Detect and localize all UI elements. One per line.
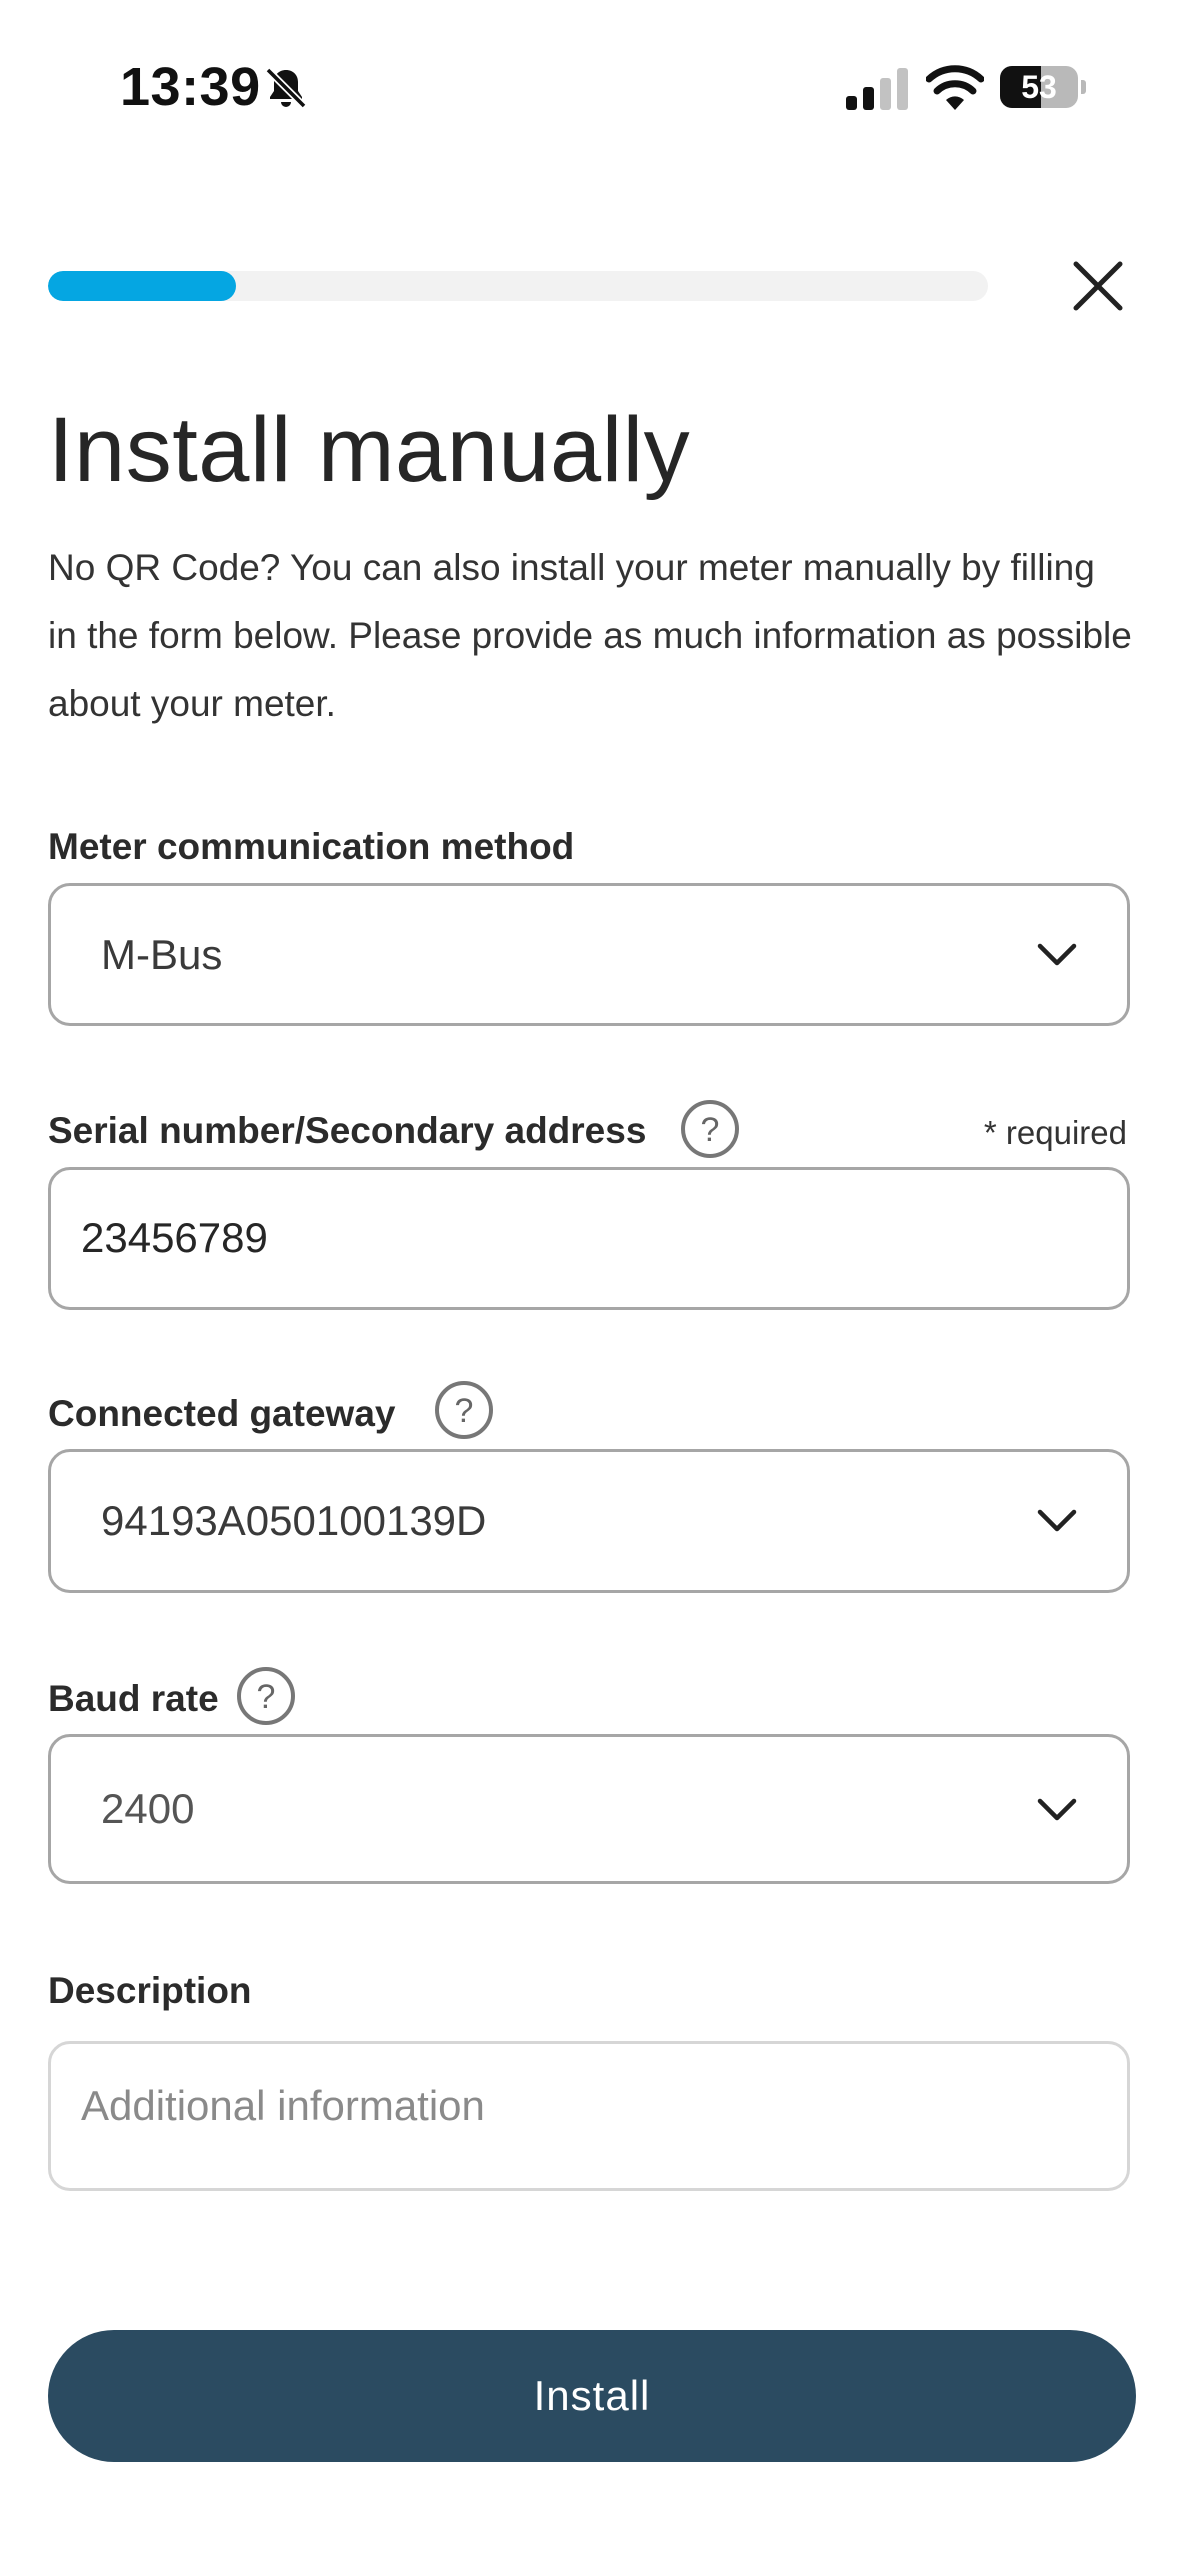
baud-rate-label: Baud rate bbox=[48, 1678, 219, 1719]
gateway-help-icon[interactable]: ? bbox=[434, 1380, 494, 1440]
close-icon[interactable] bbox=[1070, 258, 1126, 314]
svg-text:?: ? bbox=[455, 1392, 474, 1430]
gateway-label: Connected gateway bbox=[48, 1393, 396, 1434]
chevron-down-icon bbox=[1037, 1509, 1077, 1532]
chevron-down-icon bbox=[1037, 1798, 1077, 1821]
bell-slash-icon bbox=[265, 67, 307, 109]
svg-text:?: ? bbox=[701, 1111, 720, 1149]
communication-method-label: Meter communication method bbox=[48, 826, 575, 867]
serial-number-help-icon[interactable]: ? bbox=[680, 1099, 740, 1159]
gateway-select[interactable]: 94193A050100139D bbox=[48, 1449, 1130, 1593]
progress-bar bbox=[48, 271, 988, 301]
chevron-down-icon bbox=[1037, 943, 1077, 966]
baud-rate-value: 2400 bbox=[101, 1785, 195, 1832]
serial-number-field[interactable] bbox=[48, 1167, 1130, 1310]
wifi-icon bbox=[926, 65, 984, 110]
serial-number-input[interactable] bbox=[81, 1210, 1081, 1266]
baud-rate-help-icon[interactable]: ? bbox=[236, 1666, 296, 1726]
page-title: Install manually bbox=[48, 399, 691, 501]
status-time: 13:39 bbox=[120, 57, 261, 117]
status-bar: 13:39 53 bbox=[0, 0, 1179, 170]
battery-icon: 53 bbox=[1000, 66, 1086, 108]
communication-method-value: M-Bus bbox=[101, 931, 223, 978]
communication-method-select[interactable]: M-Bus bbox=[48, 883, 1130, 1026]
install-manually-screen: 13:39 53 Install manually No QR Code? Yo… bbox=[0, 0, 1179, 2556]
cellular-signal-icon bbox=[846, 68, 908, 110]
required-note: * required bbox=[983, 1114, 1127, 1151]
description-label: Description bbox=[48, 1970, 252, 2011]
install-button[interactable]: Install bbox=[48, 2330, 1136, 2462]
page-intro: No QR Code? You can also install your me… bbox=[48, 547, 1132, 724]
baud-rate-select[interactable]: 2400 bbox=[48, 1734, 1130, 1884]
description-field[interactable] bbox=[48, 2041, 1130, 2191]
progress-fill bbox=[48, 271, 236, 301]
description-input[interactable] bbox=[81, 2082, 1091, 2154]
battery-level: 53 bbox=[1021, 69, 1057, 105]
serial-number-label: Serial number/Secondary address bbox=[48, 1110, 647, 1151]
gateway-value: 94193A050100139D bbox=[101, 1497, 487, 1544]
svg-text:?: ? bbox=[257, 1678, 276, 1716]
